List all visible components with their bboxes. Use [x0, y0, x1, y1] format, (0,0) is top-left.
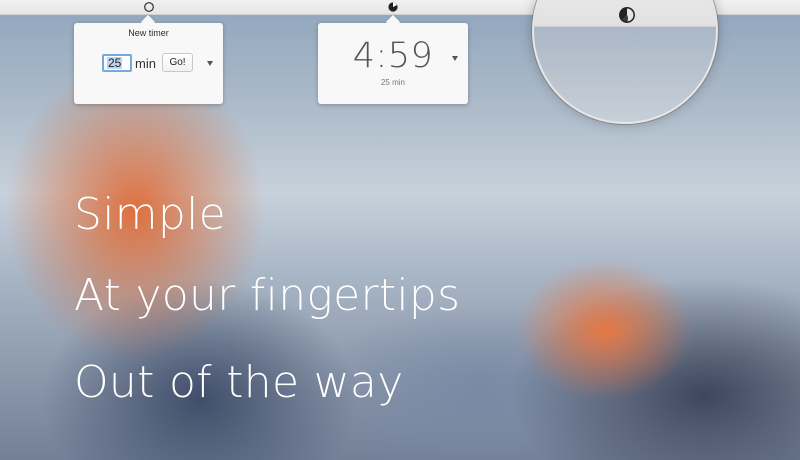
go-button[interactable]: Go!: [162, 53, 193, 72]
timer-countdown: 4:59: [352, 36, 434, 76]
empty-timer-icon[interactable]: [143, 1, 155, 13]
timer-duration-label: 25 min: [380, 78, 405, 87]
running-timer-menu-chevron-icon[interactable]: [452, 56, 458, 61]
new-timer-menu-chevron-icon[interactable]: [207, 61, 213, 66]
running-timer-popover: 4:59 25 min: [318, 23, 468, 104]
minutes-unit-label: min: [135, 56, 156, 71]
tagline-simple: Simple: [74, 189, 227, 240]
tagline-out-of-the-way: Out of the way: [74, 357, 404, 408]
new-timer-title: New timer: [128, 28, 169, 38]
minutes-input[interactable]: 25: [102, 54, 132, 72]
timer-progress-icon: [618, 6, 636, 24]
active-timer-icon[interactable]: [387, 1, 399, 13]
menu-bar-magnifier: [532, 0, 718, 124]
minutes-input-value: 25: [107, 56, 123, 70]
tagline-at-your-fingertips: At your fingertips: [74, 270, 461, 321]
